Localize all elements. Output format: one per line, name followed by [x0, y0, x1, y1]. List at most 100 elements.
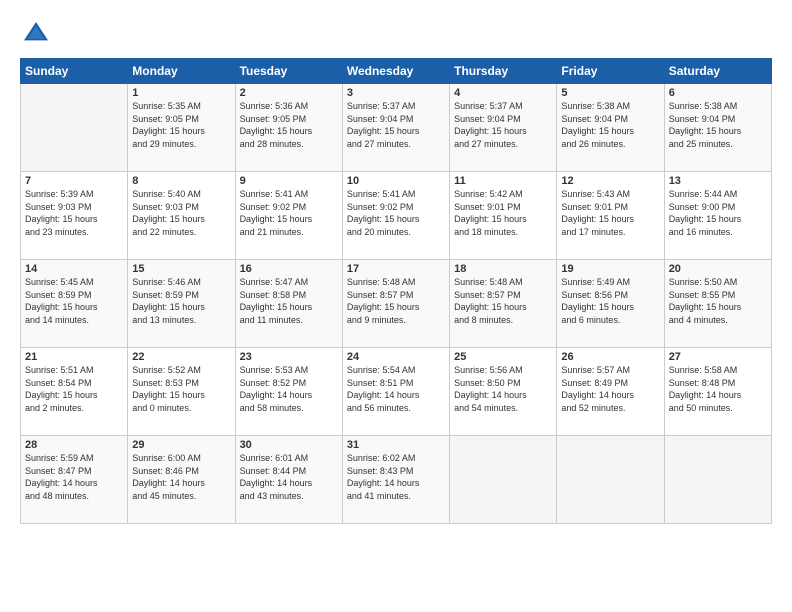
day-number: 30: [240, 439, 338, 451]
day-info: Sunrise: 5:57 AM Sunset: 8:49 PM Dayligh…: [561, 364, 659, 414]
day-info: Sunrise: 5:43 AM Sunset: 9:01 PM Dayligh…: [561, 188, 659, 238]
day-info: Sunrise: 5:59 AM Sunset: 8:47 PM Dayligh…: [25, 452, 123, 502]
calendar-cell: 8Sunrise: 5:40 AM Sunset: 9:03 PM Daylig…: [128, 172, 235, 260]
day-number: 28: [25, 439, 123, 451]
weekday-header: Saturday: [664, 59, 771, 84]
calendar-cell: 10Sunrise: 5:41 AM Sunset: 9:02 PM Dayli…: [342, 172, 449, 260]
calendar-cell: 18Sunrise: 5:48 AM Sunset: 8:57 PM Dayli…: [450, 260, 557, 348]
day-number: 29: [132, 439, 230, 451]
weekday-header: Thursday: [450, 59, 557, 84]
day-info: Sunrise: 5:39 AM Sunset: 9:03 PM Dayligh…: [25, 188, 123, 238]
day-info: Sunrise: 5:56 AM Sunset: 8:50 PM Dayligh…: [454, 364, 552, 414]
day-number: 19: [561, 263, 659, 275]
calendar-cell: 31Sunrise: 6:02 AM Sunset: 8:43 PM Dayli…: [342, 436, 449, 524]
calendar-cell: 25Sunrise: 5:56 AM Sunset: 8:50 PM Dayli…: [450, 348, 557, 436]
day-number: 20: [669, 263, 767, 275]
day-info: Sunrise: 5:38 AM Sunset: 9:04 PM Dayligh…: [669, 100, 767, 150]
calendar-cell: 14Sunrise: 5:45 AM Sunset: 8:59 PM Dayli…: [21, 260, 128, 348]
day-info: Sunrise: 5:44 AM Sunset: 9:00 PM Dayligh…: [669, 188, 767, 238]
calendar-page: SundayMondayTuesdayWednesdayThursdayFrid…: [0, 0, 792, 612]
calendar-cell: 5Sunrise: 5:38 AM Sunset: 9:04 PM Daylig…: [557, 84, 664, 172]
day-info: Sunrise: 5:38 AM Sunset: 9:04 PM Dayligh…: [561, 100, 659, 150]
calendar-cell: 4Sunrise: 5:37 AM Sunset: 9:04 PM Daylig…: [450, 84, 557, 172]
calendar-table: SundayMondayTuesdayWednesdayThursdayFrid…: [20, 58, 772, 524]
day-info: Sunrise: 5:35 AM Sunset: 9:05 PM Dayligh…: [132, 100, 230, 150]
weekday-header: Tuesday: [235, 59, 342, 84]
day-info: Sunrise: 5:54 AM Sunset: 8:51 PM Dayligh…: [347, 364, 445, 414]
calendar-cell: 19Sunrise: 5:49 AM Sunset: 8:56 PM Dayli…: [557, 260, 664, 348]
day-number: 16: [240, 263, 338, 275]
day-info: Sunrise: 6:01 AM Sunset: 8:44 PM Dayligh…: [240, 452, 338, 502]
day-number: 14: [25, 263, 123, 275]
day-number: 18: [454, 263, 552, 275]
day-number: 7: [25, 175, 123, 187]
calendar-cell: 9Sunrise: 5:41 AM Sunset: 9:02 PM Daylig…: [235, 172, 342, 260]
calendar-cell: [21, 84, 128, 172]
day-info: Sunrise: 5:45 AM Sunset: 8:59 PM Dayligh…: [25, 276, 123, 326]
day-info: Sunrise: 5:50 AM Sunset: 8:55 PM Dayligh…: [669, 276, 767, 326]
day-number: 4: [454, 87, 552, 99]
day-number: 2: [240, 87, 338, 99]
calendar-cell: 24Sunrise: 5:54 AM Sunset: 8:51 PM Dayli…: [342, 348, 449, 436]
day-number: 3: [347, 87, 445, 99]
day-info: Sunrise: 5:53 AM Sunset: 8:52 PM Dayligh…: [240, 364, 338, 414]
day-info: Sunrise: 5:46 AM Sunset: 8:59 PM Dayligh…: [132, 276, 230, 326]
day-info: Sunrise: 5:47 AM Sunset: 8:58 PM Dayligh…: [240, 276, 338, 326]
calendar-cell: 15Sunrise: 5:46 AM Sunset: 8:59 PM Dayli…: [128, 260, 235, 348]
calendar-cell: [557, 436, 664, 524]
day-number: 13: [669, 175, 767, 187]
calendar-week-row: 1Sunrise: 5:35 AM Sunset: 9:05 PM Daylig…: [21, 84, 772, 172]
calendar-cell: 12Sunrise: 5:43 AM Sunset: 9:01 PM Dayli…: [557, 172, 664, 260]
day-number: 15: [132, 263, 230, 275]
day-number: 26: [561, 351, 659, 363]
calendar-cell: 27Sunrise: 5:58 AM Sunset: 8:48 PM Dayli…: [664, 348, 771, 436]
calendar-cell: 22Sunrise: 5:52 AM Sunset: 8:53 PM Dayli…: [128, 348, 235, 436]
calendar-cell: 11Sunrise: 5:42 AM Sunset: 9:01 PM Dayli…: [450, 172, 557, 260]
calendar-cell: 28Sunrise: 5:59 AM Sunset: 8:47 PM Dayli…: [21, 436, 128, 524]
day-number: 11: [454, 175, 552, 187]
calendar-cell: 21Sunrise: 5:51 AM Sunset: 8:54 PM Dayli…: [21, 348, 128, 436]
day-number: 23: [240, 351, 338, 363]
calendar-cell: 20Sunrise: 5:50 AM Sunset: 8:55 PM Dayli…: [664, 260, 771, 348]
logo-icon: [20, 18, 52, 50]
day-info: Sunrise: 5:37 AM Sunset: 9:04 PM Dayligh…: [454, 100, 552, 150]
day-number: 31: [347, 439, 445, 451]
day-number: 6: [669, 87, 767, 99]
weekday-header: Friday: [557, 59, 664, 84]
day-number: 5: [561, 87, 659, 99]
day-info: Sunrise: 6:02 AM Sunset: 8:43 PM Dayligh…: [347, 452, 445, 502]
calendar-cell: 30Sunrise: 6:01 AM Sunset: 8:44 PM Dayli…: [235, 436, 342, 524]
weekday-header: Wednesday: [342, 59, 449, 84]
day-number: 27: [669, 351, 767, 363]
day-number: 9: [240, 175, 338, 187]
day-info: Sunrise: 5:41 AM Sunset: 9:02 PM Dayligh…: [240, 188, 338, 238]
day-number: 21: [25, 351, 123, 363]
day-info: Sunrise: 5:40 AM Sunset: 9:03 PM Dayligh…: [132, 188, 230, 238]
day-info: Sunrise: 5:52 AM Sunset: 8:53 PM Dayligh…: [132, 364, 230, 414]
day-number: 25: [454, 351, 552, 363]
calendar-cell: 29Sunrise: 6:00 AM Sunset: 8:46 PM Dayli…: [128, 436, 235, 524]
calendar-cell: [664, 436, 771, 524]
day-info: Sunrise: 5:41 AM Sunset: 9:02 PM Dayligh…: [347, 188, 445, 238]
day-info: Sunrise: 5:48 AM Sunset: 8:57 PM Dayligh…: [347, 276, 445, 326]
calendar-cell: 13Sunrise: 5:44 AM Sunset: 9:00 PM Dayli…: [664, 172, 771, 260]
day-info: Sunrise: 5:36 AM Sunset: 9:05 PM Dayligh…: [240, 100, 338, 150]
calendar-week-row: 14Sunrise: 5:45 AM Sunset: 8:59 PM Dayli…: [21, 260, 772, 348]
calendar-cell: 23Sunrise: 5:53 AM Sunset: 8:52 PM Dayli…: [235, 348, 342, 436]
day-number: 12: [561, 175, 659, 187]
day-info: Sunrise: 5:48 AM Sunset: 8:57 PM Dayligh…: [454, 276, 552, 326]
day-info: Sunrise: 5:42 AM Sunset: 9:01 PM Dayligh…: [454, 188, 552, 238]
calendar-cell: 7Sunrise: 5:39 AM Sunset: 9:03 PM Daylig…: [21, 172, 128, 260]
calendar-cell: [450, 436, 557, 524]
day-info: Sunrise: 5:49 AM Sunset: 8:56 PM Dayligh…: [561, 276, 659, 326]
logo-area: [20, 18, 58, 50]
calendar-week-row: 28Sunrise: 5:59 AM Sunset: 8:47 PM Dayli…: [21, 436, 772, 524]
calendar-cell: 3Sunrise: 5:37 AM Sunset: 9:04 PM Daylig…: [342, 84, 449, 172]
calendar-week-row: 7Sunrise: 5:39 AM Sunset: 9:03 PM Daylig…: [21, 172, 772, 260]
calendar-cell: 16Sunrise: 5:47 AM Sunset: 8:58 PM Dayli…: [235, 260, 342, 348]
calendar-cell: 26Sunrise: 5:57 AM Sunset: 8:49 PM Dayli…: [557, 348, 664, 436]
day-number: 8: [132, 175, 230, 187]
day-info: Sunrise: 5:37 AM Sunset: 9:04 PM Dayligh…: [347, 100, 445, 150]
day-info: Sunrise: 5:51 AM Sunset: 8:54 PM Dayligh…: [25, 364, 123, 414]
day-info: Sunrise: 5:58 AM Sunset: 8:48 PM Dayligh…: [669, 364, 767, 414]
